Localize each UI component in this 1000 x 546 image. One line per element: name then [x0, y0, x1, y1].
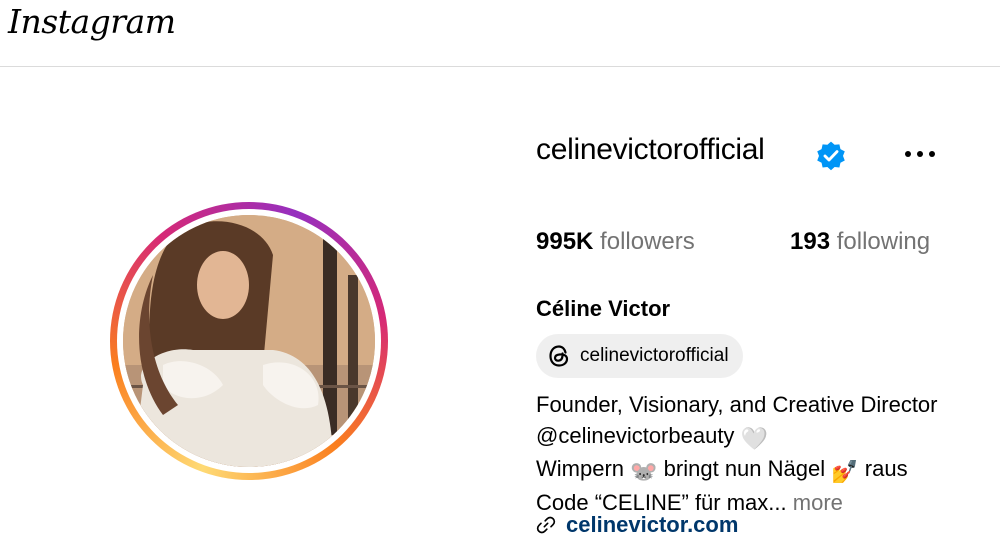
threads-handle: celinevictorofficial	[580, 345, 729, 366]
profile-avatar-story-ring[interactable]	[110, 202, 388, 480]
more-options-icon	[905, 151, 911, 157]
nail-polish-icon: 💅	[831, 459, 859, 484]
top-bar: Instagram	[0, 0, 1000, 67]
verified-badge-icon	[817, 141, 845, 171]
instagram-logo[interactable]: Instagram	[8, 2, 176, 41]
profile-full-name: Céline Victor	[536, 296, 671, 321]
followers-count: 995K	[536, 228, 594, 255]
bio-line: Founder, Visionary, and Creative Directo…	[536, 392, 938, 417]
more-options-button[interactable]	[898, 140, 942, 168]
following-count: 193	[790, 228, 831, 255]
link-icon	[536, 516, 556, 534]
avatar-photo	[123, 215, 375, 467]
threads-link-chip[interactable]: celinevictorofficial	[536, 334, 743, 378]
mouse-face-icon: 🐭	[630, 459, 658, 484]
bio-mention[interactable]: @celinevictorbeauty	[536, 423, 734, 448]
followers-label: followers	[600, 228, 695, 255]
threads-icon	[549, 345, 569, 367]
profile-bio: Founder, Visionary, and Creative Directo…	[536, 392, 938, 515]
white-heart-icon: 🤍	[740, 425, 768, 451]
following-label: following	[836, 228, 931, 255]
following-stat[interactable]: 193 following	[790, 228, 930, 256]
followers-stat[interactable]: 995K followers	[536, 228, 695, 256]
avatar[interactable]	[123, 215, 375, 467]
profile-username: celinevictorofficial	[536, 133, 765, 166]
bio-more-button[interactable]: more	[793, 490, 843, 515]
website-link[interactable]: celinevictor.com	[536, 512, 738, 538]
website-url: celinevictor.com	[566, 512, 739, 537]
